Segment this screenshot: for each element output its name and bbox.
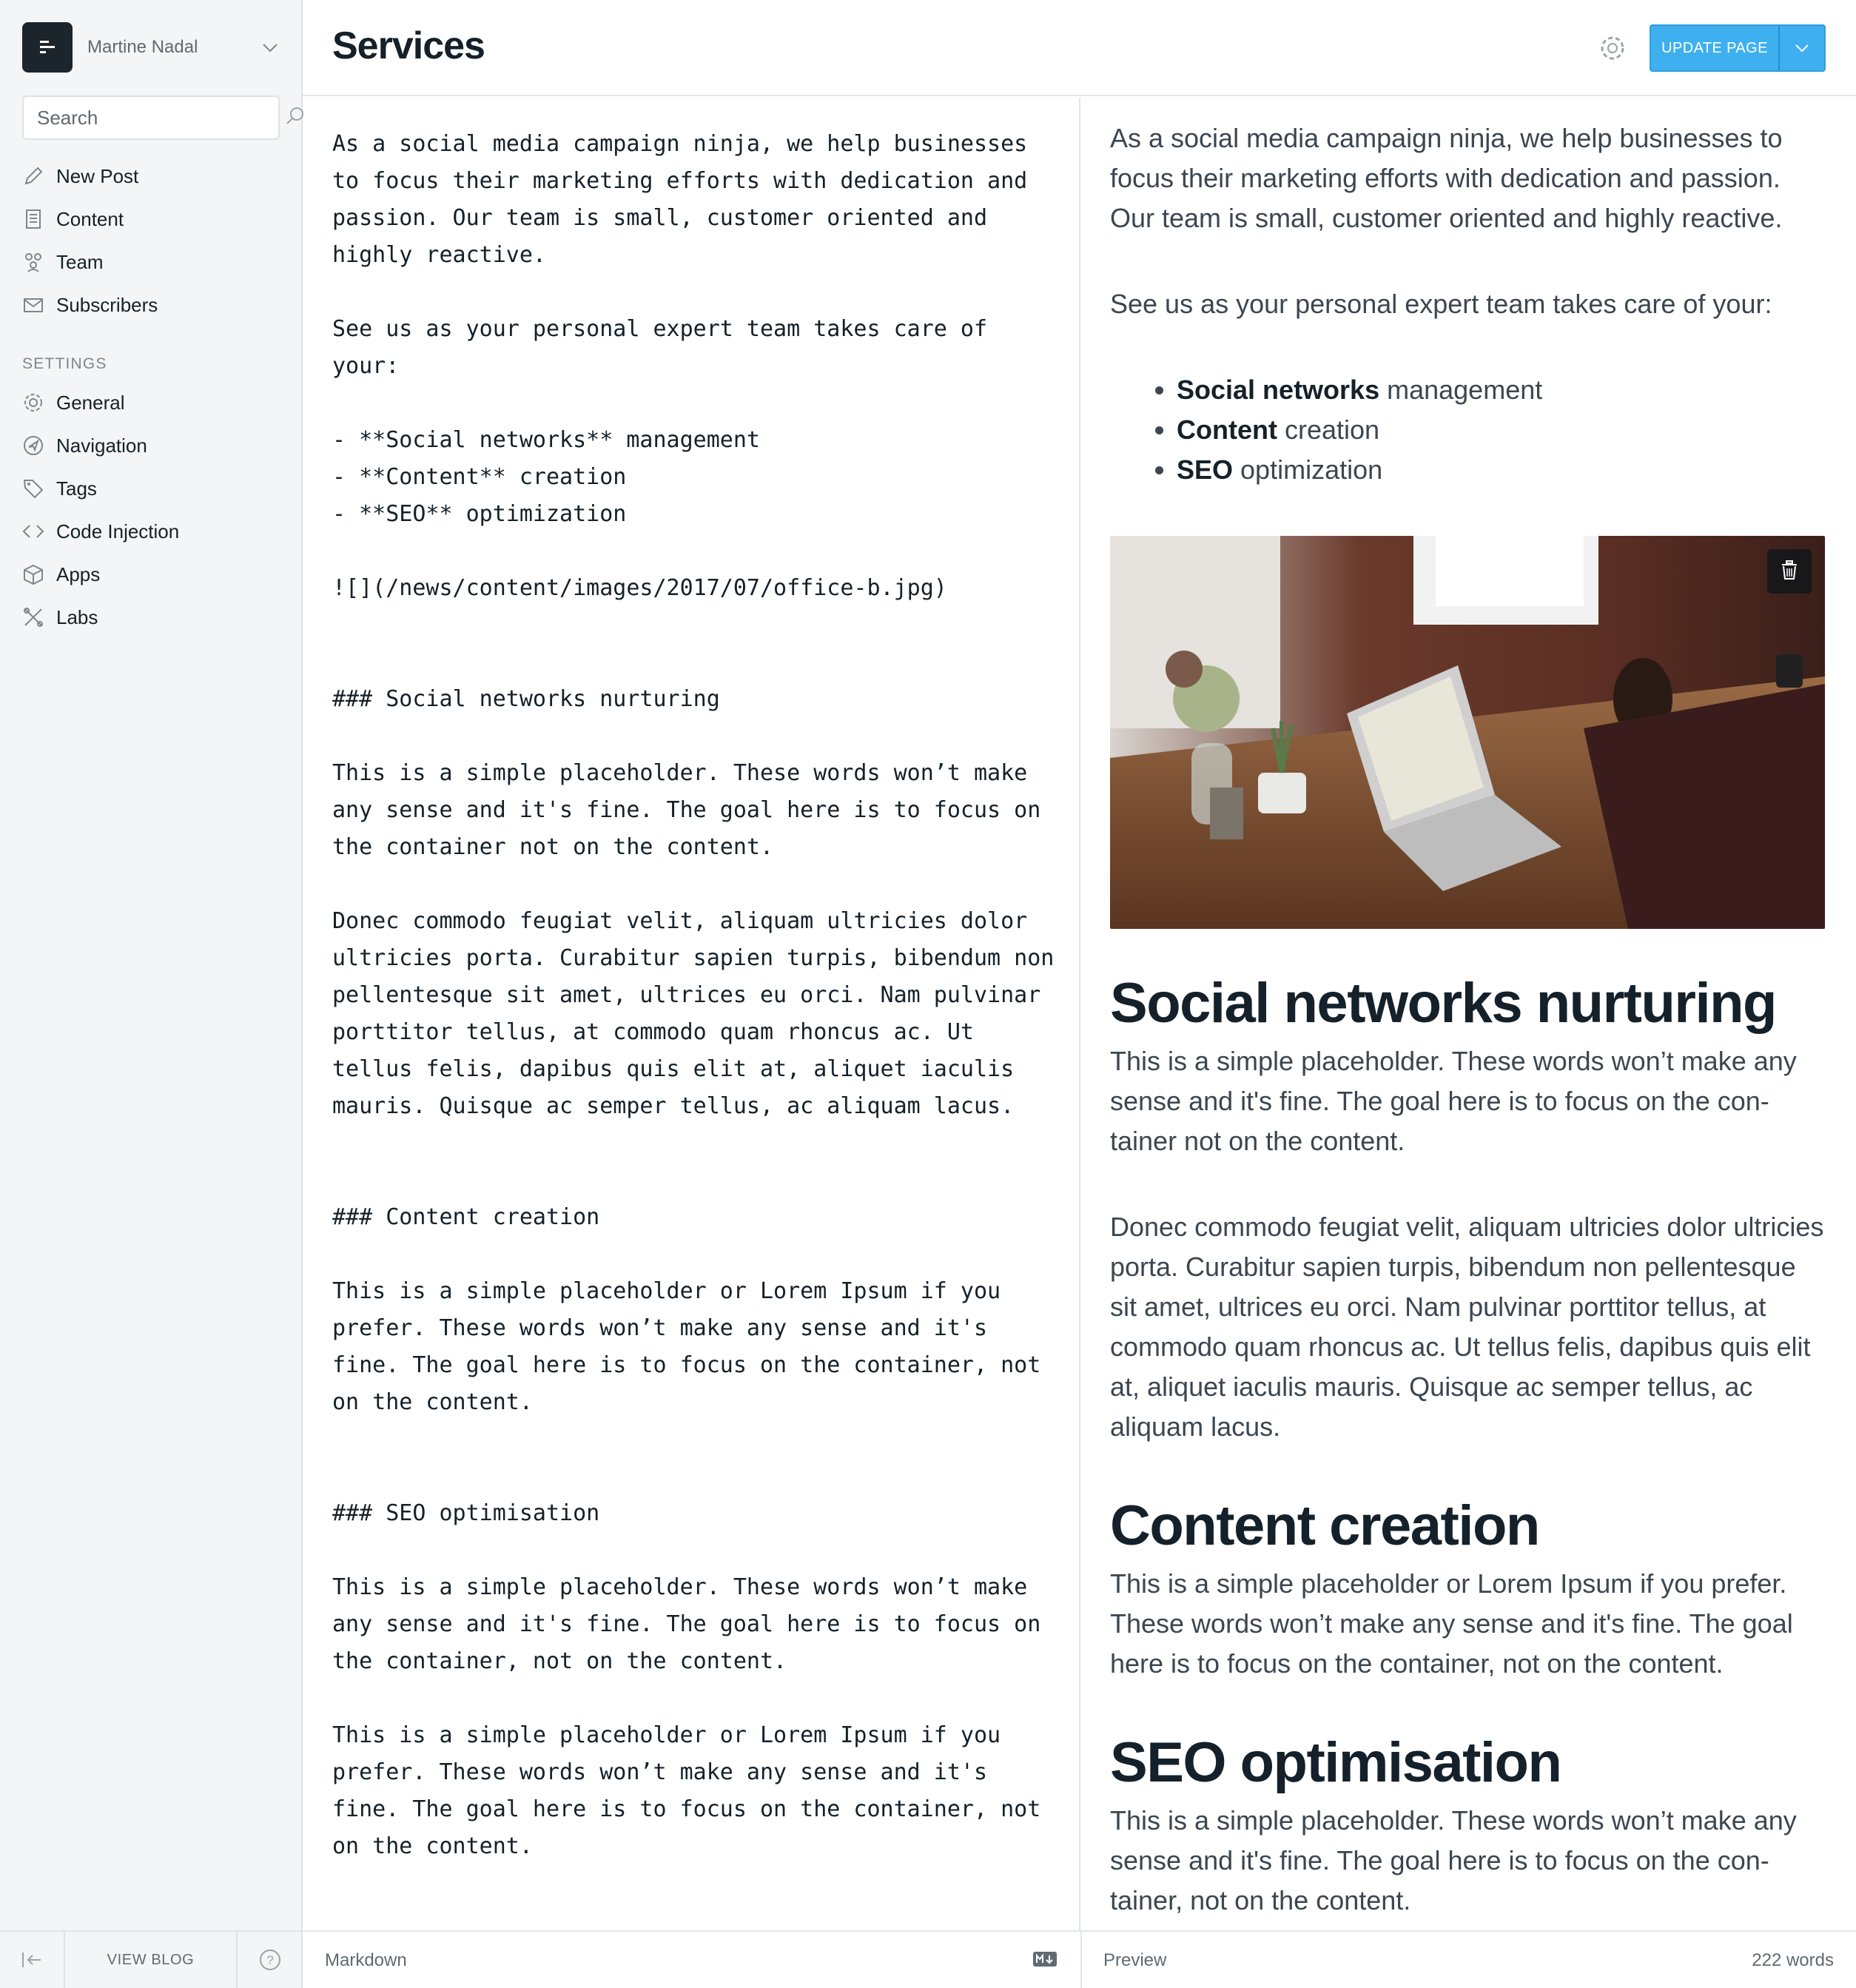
list-item: Content creation <box>1177 410 1826 450</box>
box-icon <box>21 562 46 587</box>
sidebar: Martine Nadal New Post Content Team Subs… <box>0 0 303 1988</box>
preview-paragraph: This is a simple placeholder. These word… <box>1110 1046 1797 1156</box>
document-icon <box>21 206 46 232</box>
search-box <box>22 95 303 140</box>
blog-switcher[interactable]: Martine Nadal <box>22 22 281 73</box>
nav-label: Subscribers <box>56 293 158 316</box>
blog-logo-icon <box>22 22 73 73</box>
team-icon <box>21 249 46 275</box>
mail-icon <box>21 292 46 318</box>
markdown-help-icon[interactable] <box>1032 1950 1058 1972</box>
list-item: Social networks management <box>1177 370 1826 410</box>
nav-general[interactable]: General <box>21 381 287 424</box>
pen-icon <box>21 164 46 189</box>
svg-text:?: ? <box>266 1953 273 1967</box>
update-page-label: UPDATE PAGE <box>1661 39 1768 56</box>
view-blog-link[interactable]: VIEW BLOG <box>65 1952 236 1969</box>
nav-labs[interactable]: Labs <box>21 596 287 639</box>
markdown-editor[interactable]: As a social media campaign ninja, we hel… <box>303 98 1080 1930</box>
nav-content[interactable]: Content <box>21 198 287 241</box>
post-settings-icon[interactable] <box>1598 34 1627 62</box>
list-item-bold: Social networks <box>1177 375 1380 405</box>
nav-code-injection[interactable]: Code Injection <box>21 510 287 553</box>
nav-label: Code Injection <box>56 520 180 543</box>
word-count: 222 words <box>1752 1950 1834 1970</box>
collapse-sidebar-icon[interactable] <box>0 1932 65 1988</box>
nav-navigation[interactable]: Navigation <box>21 424 287 467</box>
preview-pane: As a social media campaign ninja, we hel… <box>1080 98 1856 1930</box>
list-item-text: optimization <box>1233 454 1383 485</box>
settings-nav: General Navigation Tags Code Injection A… <box>21 381 287 639</box>
nav-label: Navigation <box>56 434 147 457</box>
delete-image-button[interactable] <box>1767 549 1812 594</box>
nav-team[interactable]: Team <box>21 241 287 283</box>
blog-name: Martine Nadal <box>87 37 198 57</box>
labs-icon <box>21 605 46 630</box>
preview-intro: As a social media campaign ninja, we hel… <box>1110 123 1783 233</box>
help-icon[interactable]: ? <box>236 1932 303 1988</box>
preview-lead: See us as your personal expert team take… <box>1110 289 1772 319</box>
list-item: SEO optimization <box>1177 450 1826 490</box>
preview-paragraph: This is a simple placeholder. These word… <box>1110 1805 1797 1915</box>
heading-seo: SEO optimisation <box>1110 1731 1562 1794</box>
list-item-text: management <box>1379 375 1543 405</box>
compass-icon <box>21 433 46 458</box>
heading-content-creation: Content creation <box>1110 1494 1540 1557</box>
nav-subscribers[interactable]: Subscribers <box>21 283 287 326</box>
nav-label: New Post <box>56 164 139 187</box>
code-icon <box>21 519 46 544</box>
sidebar-footer: VIEW BLOG ? <box>0 1930 303 1988</box>
list-item-bold: SEO <box>1177 454 1234 485</box>
nav-apps[interactable]: Apps <box>21 553 287 596</box>
nav-new-post[interactable]: New Post <box>21 155 287 198</box>
chevron-down-icon[interactable] <box>259 36 281 58</box>
markdown-text[interactable]: As a social media campaign ninja, we hel… <box>332 126 1065 1930</box>
nav-label: Team <box>56 250 104 273</box>
nav-label: General <box>56 391 125 414</box>
update-page-button[interactable]: UPDATE PAGE <box>1650 24 1826 72</box>
trash-icon <box>1780 560 1799 584</box>
heading-social-networks: Social networks nurturing <box>1110 972 1777 1035</box>
tag-icon <box>21 476 46 501</box>
preview-list: Social networks management Content creat… <box>1177 370 1826 490</box>
gear-icon <box>21 390 46 415</box>
chevron-down-icon[interactable] <box>1778 26 1824 70</box>
nav-label: Apps <box>56 563 101 585</box>
editor-header: Services UPDATE PAGE <box>303 0 1856 96</box>
nav-label: Content <box>56 207 124 230</box>
settings-heading: SETTINGS <box>22 355 107 372</box>
nav-label: Labs <box>56 605 98 628</box>
preview-paragraph: This is a simple placeholder or Lorem Ip… <box>1110 1568 1793 1679</box>
office-photo <box>1110 536 1825 929</box>
footer-divider <box>1080 1932 1082 1988</box>
preview-paragraph: Donec commodo feugiat velit, aliquam ult… <box>1110 1212 1824 1442</box>
preview-label: Preview <box>1103 1950 1167 1970</box>
search-input[interactable] <box>37 106 285 130</box>
nav-label: Tags <box>56 477 97 500</box>
editor-footer: Markdown Preview 222 words <box>303 1930 1856 1988</box>
preview-content: As a social media campaign ninja, we hel… <box>1110 118 1826 1930</box>
list-item-text: creation <box>1277 414 1380 445</box>
markdown-label: Markdown <box>325 1950 407 1970</box>
nav-tags[interactable]: Tags <box>21 467 287 510</box>
page-title: Services <box>332 24 485 67</box>
list-item-bold: Content <box>1177 414 1277 445</box>
main-nav: New Post Content Team Subscribers <box>21 155 287 326</box>
